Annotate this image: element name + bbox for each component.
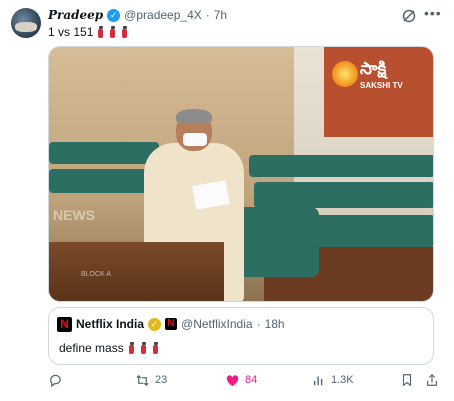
fire-extinguisher-emoji-icon: [151, 342, 160, 354]
views-icon: [313, 376, 323, 386]
tweet-text: 1 vs 151: [48, 25, 129, 39]
tweet-header: Pradeep ✓ @pradeep_4X · 7h: [48, 7, 227, 23]
sun-logo-icon: [332, 61, 358, 87]
quoted-author-handle[interactable]: @NetflixIndia: [181, 317, 253, 331]
quoted-timestamp[interactable]: 18h: [265, 317, 285, 331]
views-button[interactable]: 1.3K: [312, 372, 354, 388]
share-icon: [427, 373, 437, 386]
verified-badge-icon: ✓: [107, 8, 121, 22]
bench-shape: [249, 155, 433, 177]
reply-button[interactable]: [48, 372, 68, 388]
fire-extinguisher-emoji-icon: [127, 342, 136, 354]
quoted-author-name[interactable]: Netflix India: [76, 317, 144, 331]
repost-count: 23: [155, 374, 168, 386]
separator-dot: ·: [205, 8, 210, 22]
bench-shape: [254, 182, 433, 208]
reply-icon: [50, 374, 61, 387]
grok-icon[interactable]: [401, 8, 417, 24]
tweet-media-image[interactable]: సాక్షి SAKSHI TV NEWS BLOCK A: [48, 46, 434, 302]
repost-icon: [136, 374, 149, 386]
fire-extinguisher-emoji-icon: [108, 26, 117, 38]
channel-sub-text: SAKSHI TV: [360, 81, 403, 90]
channel-logo: సాక్షి SAKSHI TV: [332, 59, 428, 93]
bookmark-button[interactable]: [400, 372, 414, 388]
fire-extinguisher-emoji-icon: [120, 26, 129, 38]
tweet-timestamp[interactable]: 7h: [214, 8, 227, 22]
quoted-header: N Netflix India ✓ N @NetflixIndia · 18h: [57, 316, 285, 332]
heart-icon: [226, 374, 239, 386]
more-options-icon[interactable]: •••: [424, 5, 444, 21]
affiliate-netflix-icon: N: [165, 318, 178, 330]
netflix-avatar-icon[interactable]: N: [57, 316, 72, 332]
bookmark-icon: [402, 374, 412, 387]
author-handle[interactable]: @pradeep_4X: [124, 8, 202, 22]
like-button[interactable]: 84: [225, 372, 257, 388]
fire-extinguisher-emoji-icon: [139, 342, 148, 354]
face-mask: [183, 133, 207, 146]
separator-dot: ·: [256, 317, 261, 331]
quoted-text-content: define mass: [59, 341, 124, 355]
author-name[interactable]: Pradeep: [48, 8, 103, 22]
share-button[interactable]: [425, 372, 439, 388]
bench-shape: [49, 142, 159, 164]
views-count: 1.3K: [331, 374, 354, 386]
person-hair: [176, 109, 212, 123]
repost-button[interactable]: 23: [135, 372, 167, 388]
tweet-text-content: 1 vs 151: [48, 25, 94, 39]
channel-logo-text: సాక్షి: [360, 59, 387, 78]
fire-extinguisher-emoji-icon: [96, 26, 105, 38]
quoted-text: define mass: [59, 341, 160, 355]
top-edge: [0, 0, 454, 6]
front-desk: [49, 242, 224, 301]
author-avatar[interactable]: [11, 8, 41, 38]
quoted-tweet[interactable]: N Netflix India ✓ N @NetflixIndia · 18h …: [48, 307, 434, 365]
action-bar: 23 84 1.3K: [48, 370, 438, 390]
bench-shape: [49, 169, 149, 193]
gold-verified-badge-icon: ✓: [148, 317, 162, 331]
news-watermark: NEWS: [53, 207, 95, 223]
like-count: 84: [245, 374, 258, 386]
block-label: BLOCK A: [81, 271, 111, 278]
